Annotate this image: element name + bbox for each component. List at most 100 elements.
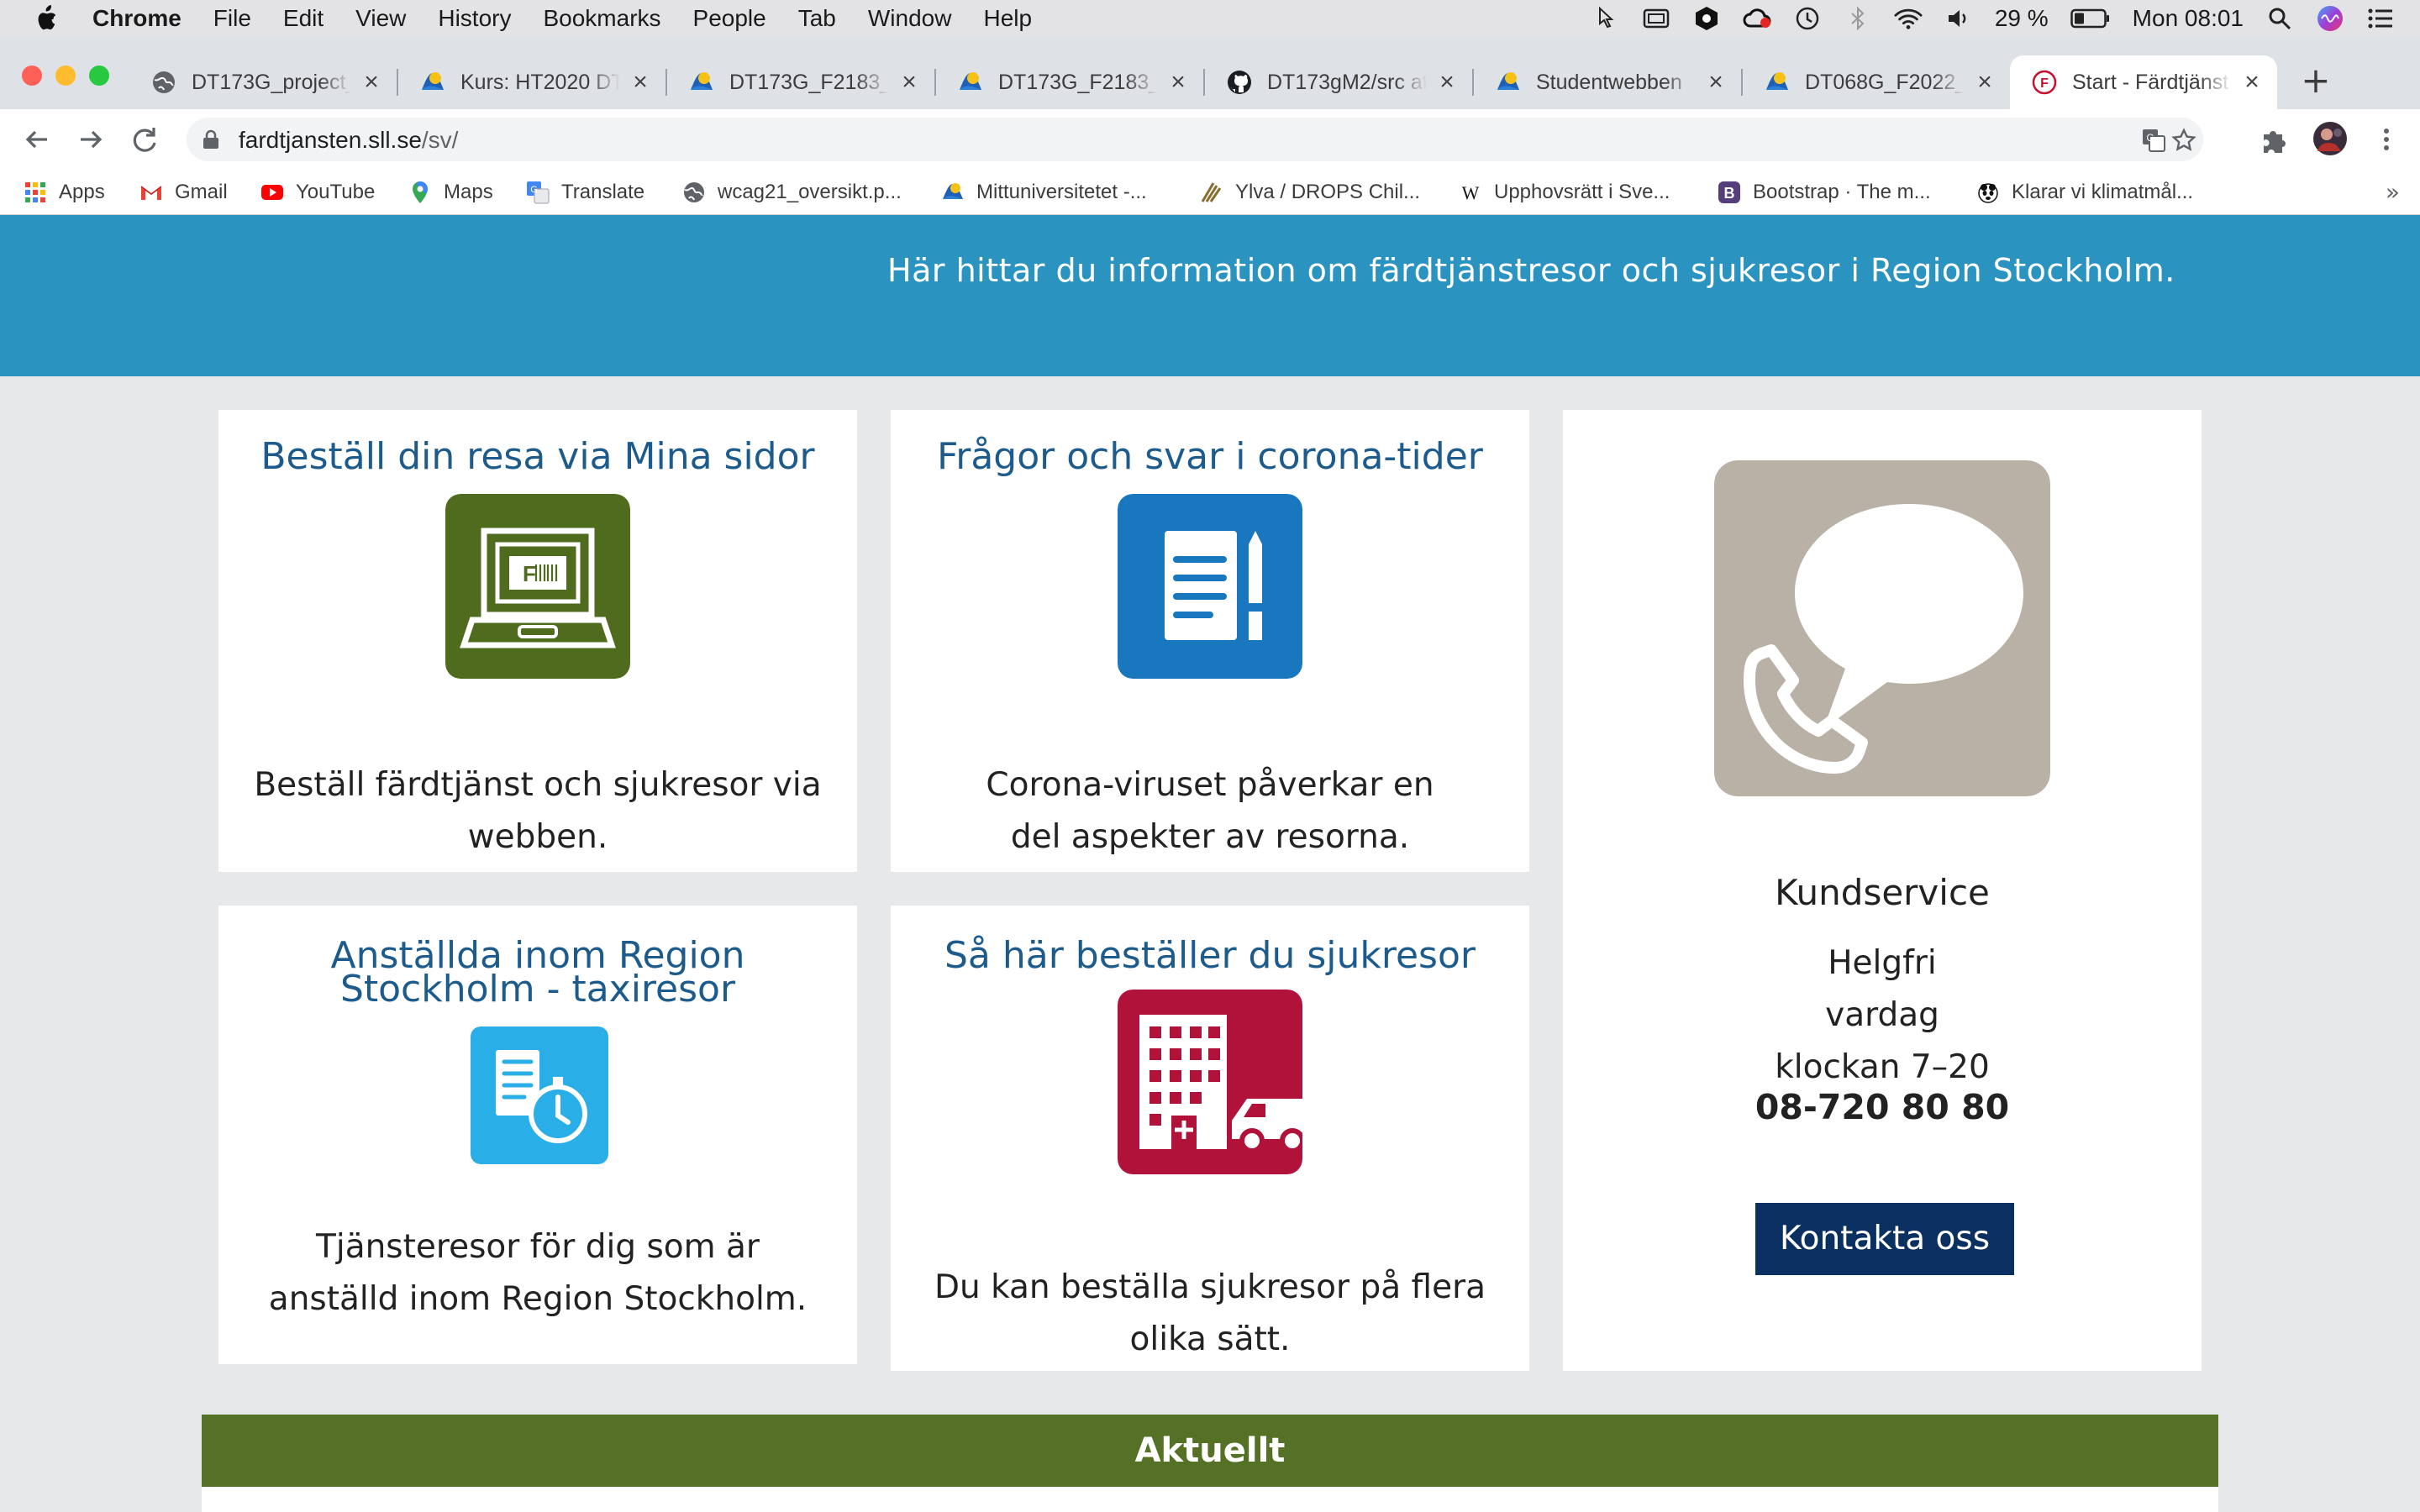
card-mina-sidor[interactable]: Beställ din resa via Mina sidor F Bestäl… bbox=[218, 410, 857, 872]
close-tab-icon[interactable]: × bbox=[897, 70, 921, 95]
svg-text:B: B bbox=[1724, 185, 1735, 202]
close-window-button[interactable] bbox=[22, 66, 42, 86]
document-stopwatch-icon[interactable] bbox=[471, 1026, 608, 1164]
minimize-window-button[interactable] bbox=[55, 66, 76, 86]
spotlight-search-icon[interactable] bbox=[2265, 6, 2294, 31]
document-pencil-icon[interactable] bbox=[1118, 494, 1302, 679]
menu-tab[interactable]: Tab bbox=[798, 5, 836, 32]
miun-icon bbox=[943, 183, 963, 199]
browser-tab-active[interactable]: F Start - Färdtjänst × bbox=[2010, 55, 2277, 109]
bookmark-gmail[interactable]: Gmail bbox=[139, 178, 228, 207]
menu-help[interactable]: Help bbox=[983, 5, 1032, 32]
menu-view[interactable]: View bbox=[355, 5, 406, 32]
close-tab-icon[interactable]: × bbox=[1704, 70, 1728, 95]
browser-tab[interactable]: Kurs: HT2020 DT × bbox=[398, 55, 666, 109]
close-tab-icon[interactable]: × bbox=[360, 70, 383, 95]
bookmark-drops[interactable]: Ylva / DROPS Chil... bbox=[1200, 178, 1420, 207]
card-title-link[interactable]: Frågor och svar i corona-tider bbox=[891, 438, 1529, 475]
menu-window[interactable]: Window bbox=[868, 5, 952, 32]
bookmark-star-icon[interactable] bbox=[2171, 128, 2196, 153]
close-tab-icon[interactable]: × bbox=[1973, 70, 1996, 95]
close-tab-icon[interactable]: × bbox=[629, 70, 652, 95]
card-description: Tjänsteresor för dig som är anställd ino… bbox=[268, 1228, 808, 1318]
card-title-link[interactable]: Anställda inom Region Stockholm - taxire… bbox=[218, 937, 857, 1008]
tab-title: DT173G_F2183_I bbox=[998, 70, 1158, 94]
siri-icon[interactable] bbox=[2316, 6, 2344, 31]
browser-tab[interactable]: DT173G_project_ × bbox=[129, 55, 397, 109]
kundservice-phone[interactable]: 08-720 80 80 bbox=[1563, 1087, 2202, 1127]
browser-tab[interactable]: DT173G_F2183_I × bbox=[936, 55, 1203, 109]
address-bar[interactable]: fardtjansten.sll.se/sv/ G bbox=[187, 118, 2203, 161]
menu-people[interactable]: People bbox=[693, 5, 766, 32]
menu-file[interactable]: File bbox=[213, 5, 251, 32]
apple-menu-icon[interactable] bbox=[34, 5, 59, 32]
time-machine-icon[interactable] bbox=[1793, 6, 1822, 31]
zoom-window-button[interactable] bbox=[89, 66, 109, 86]
browser-tab[interactable]: Studentwebben × bbox=[1474, 55, 1741, 109]
chrome-menu-icon[interactable] bbox=[2371, 124, 2402, 155]
control-center-icon[interactable] bbox=[2366, 6, 2395, 31]
gmail-icon bbox=[140, 186, 162, 200]
new-tab-button[interactable]: + bbox=[2297, 62, 2334, 99]
close-tab-icon[interactable]: × bbox=[1166, 70, 1190, 95]
card-anstallda[interactable]: Anställda inom Region Stockholm - taxire… bbox=[218, 906, 857, 1364]
svg-text:G: G bbox=[530, 185, 538, 195]
bluetooth-icon[interactable] bbox=[1844, 6, 1872, 31]
address-url[interactable]: fardtjansten.sll.se/sv/ bbox=[239, 127, 458, 154]
close-tab-icon[interactable]: × bbox=[1435, 70, 1459, 95]
bookmark-klimatmal[interactable]: Klarar vi klimatmål... bbox=[1976, 178, 2193, 207]
kundservice-panel: Kundservice Helgfri vardag klockan 7–20 … bbox=[1563, 410, 2202, 1371]
menu-history[interactable]: History bbox=[438, 5, 511, 32]
mouse-cursor-status-icon[interactable] bbox=[1591, 6, 1620, 31]
bookmark-upphovsratt[interactable]: W Upphovsrätt i Sve... bbox=[1459, 178, 1670, 207]
lock-icon[interactable] bbox=[202, 129, 220, 150]
back-arrow-icon[interactable] bbox=[20, 123, 54, 156]
menubar-clock[interactable]: Mon 08:01 bbox=[2133, 5, 2244, 32]
forward-arrow-icon[interactable] bbox=[74, 123, 108, 156]
bookmark-bootstrap[interactable]: B Bootstrap · The m... bbox=[1718, 178, 1931, 207]
creative-cloud-icon[interactable] bbox=[1743, 6, 1771, 31]
card-title-link[interactable]: Beställ din resa via Mina sidor bbox=[218, 438, 857, 475]
card-title-link[interactable]: Så här beställer du sjukresor bbox=[891, 937, 1529, 974]
kontakta-oss-button[interactable]: Kontakta oss bbox=[1755, 1203, 2014, 1275]
extensions-puzzle-icon[interactable] bbox=[2259, 124, 2289, 155]
translate-icon: G bbox=[527, 181, 550, 204]
menu-bookmarks[interactable]: Bookmarks bbox=[543, 5, 660, 32]
battery-icon[interactable] bbox=[2070, 6, 2111, 31]
bookmark-label: Ylva / DROPS Chil... bbox=[1235, 181, 1421, 203]
wifi-icon[interactable] bbox=[1894, 6, 1923, 31]
close-tab-icon[interactable]: × bbox=[2240, 70, 2264, 95]
card-description: Corona-viruset påverkar en del aspekter … bbox=[986, 766, 1434, 856]
bookmark-apps[interactable]: Apps bbox=[24, 178, 105, 207]
bookmark-youtube[interactable]: YouTube bbox=[260, 178, 375, 207]
menu-edit[interactable]: Edit bbox=[283, 5, 324, 32]
profile-avatar[interactable] bbox=[2312, 121, 2348, 156]
card-description: Du kan beställa sjukresor på flera olika… bbox=[934, 1268, 1486, 1358]
volume-icon[interactable] bbox=[1944, 6, 1973, 31]
browser-tab[interactable]: DT173G_F2183_I × bbox=[667, 55, 934, 109]
miun-icon bbox=[960, 72, 981, 90]
bookmark-translate[interactable]: G Translate bbox=[526, 178, 644, 207]
card-corona[interactable]: Frågor och svar i corona-tider Corona-vi… bbox=[891, 410, 1529, 872]
browser-tab[interactable]: DT173gM2/src at × bbox=[1205, 55, 1472, 109]
browser-tab[interactable]: DT068G_F2022_ × bbox=[1743, 55, 2010, 109]
hero-subtitle: Här hittar du information om färdtjänstr… bbox=[887, 252, 2175, 289]
miun-icon bbox=[1766, 72, 1788, 90]
browser-tab-strip: DT173G_project_ × Kurs: HT2020 DT × DT17… bbox=[0, 37, 2420, 109]
hospital-car-icon[interactable] bbox=[1118, 990, 1302, 1174]
hexagon-app-icon[interactable] bbox=[1692, 6, 1721, 31]
window-status-icon[interactable] bbox=[1642, 6, 1670, 31]
reload-icon[interactable] bbox=[128, 123, 161, 156]
card-sjukresor[interactable]: Så här beställer du sjukresor Du kan bes… bbox=[891, 906, 1529, 1371]
svg-text:F: F bbox=[523, 561, 536, 586]
bookmark-maps[interactable]: Maps bbox=[408, 178, 493, 207]
translate-page-icon[interactable]: G bbox=[2141, 128, 2166, 153]
bookmark-mittuniversitetet[interactable]: Mittuniversitetet -... bbox=[941, 178, 1147, 207]
bookmark-wcag[interactable]: wcag21_oversikt.p... bbox=[682, 178, 902, 207]
bookmarks-overflow-chevron-icon[interactable]: » bbox=[2386, 178, 2400, 206]
menu-app-name[interactable]: Chrome bbox=[92, 5, 182, 32]
bookmark-label: Translate bbox=[561, 181, 645, 203]
github-icon bbox=[1228, 71, 1251, 94]
tab-title: DT068G_F2022_ bbox=[1805, 70, 1965, 94]
laptop-booking-icon[interactable]: F bbox=[445, 494, 630, 679]
